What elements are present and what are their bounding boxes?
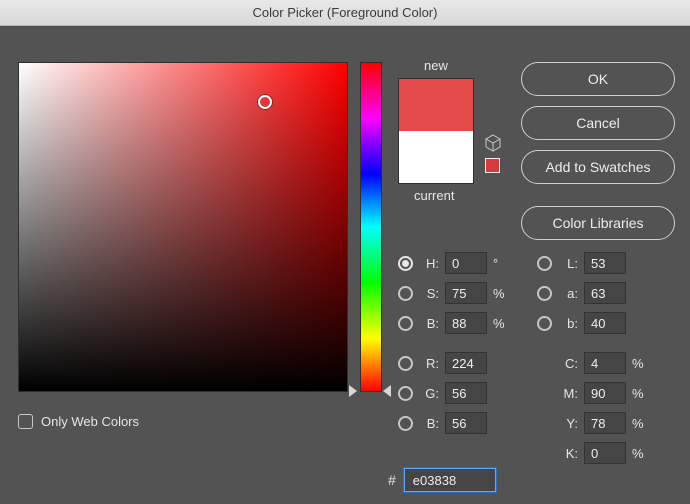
color-field-bri-gradient [19, 63, 347, 391]
s-label: S: [419, 286, 439, 301]
bri-label: B: [419, 316, 439, 331]
radio-h[interactable] [398, 256, 413, 271]
radio-g[interactable] [398, 386, 413, 401]
add-to-swatches-button[interactable]: Add to Swatches [521, 150, 675, 184]
radio-blue[interactable] [398, 416, 413, 431]
c-input[interactable] [584, 352, 626, 374]
only-web-colors-label: Only Web Colors [41, 414, 139, 429]
color-field-cursor[interactable] [258, 95, 272, 109]
s-pct: % [493, 286, 507, 301]
k-label: K: [558, 446, 578, 461]
y-pct: % [632, 416, 646, 431]
swatch-compare [398, 78, 474, 184]
k-input[interactable] [584, 442, 626, 464]
s-input[interactable] [445, 282, 487, 304]
hex-hash: # [388, 472, 396, 488]
swatch-current-label: current [414, 188, 454, 203]
window-title: Color Picker (Foreground Color) [253, 5, 438, 20]
color-field[interactable] [18, 62, 348, 392]
out-of-gamut-swatch[interactable] [485, 158, 500, 173]
a-label: a: [558, 286, 578, 301]
bri-input[interactable] [445, 312, 487, 334]
hue-slider-handle-left[interactable] [349, 385, 357, 397]
blue-input[interactable] [445, 412, 487, 434]
radio-r[interactable] [398, 356, 413, 371]
c-pct: % [632, 356, 646, 371]
swatch-current[interactable] [399, 131, 473, 183]
radio-l[interactable] [537, 256, 552, 271]
g-input[interactable] [445, 382, 487, 404]
m-input[interactable] [584, 382, 626, 404]
hex-input[interactable] [404, 468, 496, 492]
bri-pct: % [493, 316, 507, 331]
cancel-button[interactable]: Cancel [521, 106, 675, 140]
radio-lab-b[interactable] [537, 316, 552, 331]
hue-slider-handle-right[interactable] [383, 385, 391, 397]
blue-label: B: [419, 416, 439, 431]
lab-b-input[interactable] [584, 312, 626, 334]
cube-icon[interactable] [484, 134, 502, 152]
g-label: G: [419, 386, 439, 401]
color-picker-dialog: new current OK Cancel Add to Swatches Co… [0, 26, 690, 504]
l-label: L: [558, 256, 578, 271]
y-input[interactable] [584, 412, 626, 434]
ok-button[interactable]: OK [521, 62, 675, 96]
swatch-new [399, 79, 473, 131]
only-web-colors-checkbox[interactable] [18, 414, 33, 429]
r-label: R: [419, 356, 439, 371]
c-label: C: [558, 356, 578, 371]
color-libraries-button[interactable]: Color Libraries [521, 206, 675, 240]
radio-a[interactable] [537, 286, 552, 301]
m-label: M: [558, 386, 578, 401]
m-pct: % [632, 386, 646, 401]
r-input[interactable] [445, 352, 487, 374]
window-titlebar: Color Picker (Foreground Color) [0, 0, 690, 26]
lab-b-label: b: [558, 316, 578, 331]
y-label: Y: [558, 416, 578, 431]
k-pct: % [632, 446, 646, 461]
h-label: H: [419, 256, 439, 271]
hue-strip[interactable] [360, 62, 382, 392]
radio-bri[interactable] [398, 316, 413, 331]
l-input[interactable] [584, 252, 626, 274]
a-input[interactable] [584, 282, 626, 304]
swatch-new-label: new [424, 58, 448, 73]
deg-unit: ° [493, 256, 507, 271]
radio-s[interactable] [398, 286, 413, 301]
h-input[interactable] [445, 252, 487, 274]
